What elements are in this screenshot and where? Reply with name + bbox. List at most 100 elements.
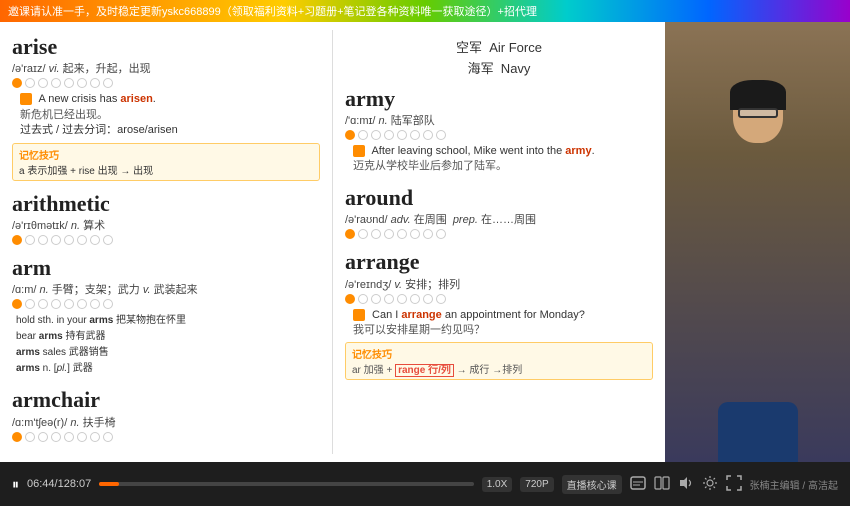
sentence-zh-army: 迈克从学校毕业后参加了陆军。 — [353, 159, 653, 174]
dot — [90, 235, 100, 245]
dot — [436, 294, 446, 304]
word-arrange: arrange — [345, 249, 653, 275]
dot — [12, 299, 22, 309]
video-person — [665, 22, 850, 462]
dot — [436, 229, 446, 239]
entry-arise: arise /ə'raɪz/ vi. 起来，升起，出现 A new crisis — [12, 34, 320, 181]
memory-text-arrange: ar 加强 + range 行/列 → 成行 →排列 — [352, 364, 522, 377]
dot — [51, 432, 61, 442]
dot — [90, 299, 100, 309]
word-arithmetic: arithmetic — [12, 191, 320, 217]
dot — [12, 235, 22, 245]
dots-arm — [12, 299, 320, 309]
dot — [25, 235, 35, 245]
dot — [410, 130, 420, 140]
top-banner: 邀课请认准一手，及时稳定更新yskc668899（领取福利资料+习题册+笔记登各… — [0, 0, 850, 22]
dot — [397, 229, 407, 239]
dots-around — [345, 229, 653, 239]
dot — [25, 78, 35, 88]
entry-arm: arm /ɑ:m/ n. 手臂；支架；武力 v. 武装起来 hold sth. … — [12, 255, 320, 377]
dot — [77, 78, 87, 88]
controls-bar: ⏸ 06:44/128:07 1.0X 720P 直播核心课 — [0, 462, 850, 506]
range-highlight: range 行/列 — [395, 364, 454, 377]
dot — [397, 130, 407, 140]
entry-arrange: arrange /ə'reɪndʒ/ v. 安排；排列 Can I arrang… — [345, 249, 653, 380]
person-face — [733, 88, 783, 143]
word-around: around — [345, 185, 653, 211]
fullscreen-icon[interactable] — [726, 475, 742, 494]
dot — [77, 432, 87, 442]
presenter-name: 张楠主编辑 / 高洁起 — [750, 477, 838, 492]
phonetic-army: /'ɑ:mɪ/ n. 陆军部队 — [345, 112, 653, 128]
dot — [371, 229, 381, 239]
dots-army — [345, 130, 653, 140]
live-badge[interactable]: 直播核心课 — [562, 475, 622, 494]
mirror-icon[interactable] — [654, 476, 670, 493]
dot — [64, 235, 74, 245]
phonetic-arm: /ɑ:m/ n. 手臂；支架；武力 v. 武装起来 — [12, 281, 320, 297]
dot — [345, 130, 355, 140]
dot — [345, 294, 355, 304]
sentence-en-army: After leaving school, Mike went into the… — [353, 144, 653, 159]
past-tense: 过去式 / 过去分词：arose/arisen — [20, 123, 320, 138]
dot — [77, 235, 87, 245]
left-page: arise /ə'raɪz/ vi. 起来，升起，出现 A new crisis — [8, 30, 333, 454]
quality-badge[interactable]: 720P — [520, 477, 553, 492]
person-glasses — [738, 108, 778, 118]
word-arise: arise — [12, 34, 320, 60]
memory-title-arrange: 记忆技巧 — [352, 350, 392, 361]
note-icon — [353, 309, 365, 321]
navy-text: 海军 Navy — [345, 59, 653, 80]
sentence-block-arrange: Can I arrange an appointment for Monday?… — [345, 308, 653, 339]
sub-entries-arm: hold sth. in your arms 把某物抱在怀里 bear arms… — [12, 313, 320, 377]
dot — [38, 299, 48, 309]
sentence-zh: 新危机已经出现。 — [20, 108, 320, 123]
dot — [64, 432, 74, 442]
phonetic-armchair: /ɑ:m'tʃeə(r)/ n. 扶手椅 — [12, 414, 320, 430]
progress-bar-fill — [99, 482, 118, 486]
dot — [38, 78, 48, 88]
dot — [51, 78, 61, 88]
dot — [38, 432, 48, 442]
subtitle-icon[interactable] — [630, 476, 646, 493]
dot — [345, 229, 355, 239]
person-head — [733, 88, 783, 143]
settings-icon[interactable] — [702, 475, 718, 494]
dot — [51, 299, 61, 309]
progress-bar[interactable] — [99, 482, 473, 486]
memory-title: 记忆技巧 — [19, 151, 59, 162]
sentence-en-arrange: Can I arrange an appointment for Monday? — [353, 308, 653, 323]
dots-armchair — [12, 432, 320, 442]
dot — [12, 432, 22, 442]
dot — [384, 294, 394, 304]
dot — [423, 229, 433, 239]
dot — [77, 299, 87, 309]
volume-icon[interactable] — [678, 476, 694, 493]
memory-text: a 表示加强 + rise 出现 → 出现 — [19, 166, 153, 177]
right-panel — [665, 22, 850, 462]
dot — [38, 235, 48, 245]
main-content: arise /ə'raɪz/ vi. 起来，升起，出现 A new crisis — [0, 22, 850, 462]
dot — [384, 229, 394, 239]
word-army: army — [345, 86, 653, 112]
dot — [103, 299, 113, 309]
entry-army: army /'ɑ:mɪ/ n. 陆军部队 After leaving schoo… — [345, 86, 653, 175]
entry-around: around /ə'raʊnd/ adv. 在周围 prep. 在……周围 — [345, 185, 653, 239]
dot — [64, 299, 74, 309]
dot — [436, 130, 446, 140]
dot — [358, 130, 368, 140]
word-arm: arm — [12, 255, 320, 281]
speed-badge[interactable]: 1.0X — [482, 477, 513, 492]
sentence-en: A new crisis has arisen. — [20, 92, 320, 107]
phonetic-arrange: /ə'reɪndʒ/ v. 安排；排列 — [345, 276, 653, 292]
pause-button[interactable]: ⏸ — [12, 476, 19, 493]
dot — [384, 130, 394, 140]
dot — [358, 229, 368, 239]
note-icon — [20, 93, 32, 105]
entry-arithmetic: arithmetic /ə'rɪθmətɪk/ n. 算术 — [12, 191, 320, 245]
sentence-block-army: After leaving school, Mike went into the… — [345, 144, 653, 175]
dot — [371, 294, 381, 304]
phonetic-arise: /ə'raɪz/ vi. 起来，升起，出现 — [12, 60, 320, 76]
memory-box-arise: 记忆技巧 a 表示加强 + rise 出现 → 出现 — [12, 143, 320, 181]
entry-armchair: armchair /ɑ:m'tʃeə(r)/ n. 扶手椅 — [12, 387, 320, 441]
